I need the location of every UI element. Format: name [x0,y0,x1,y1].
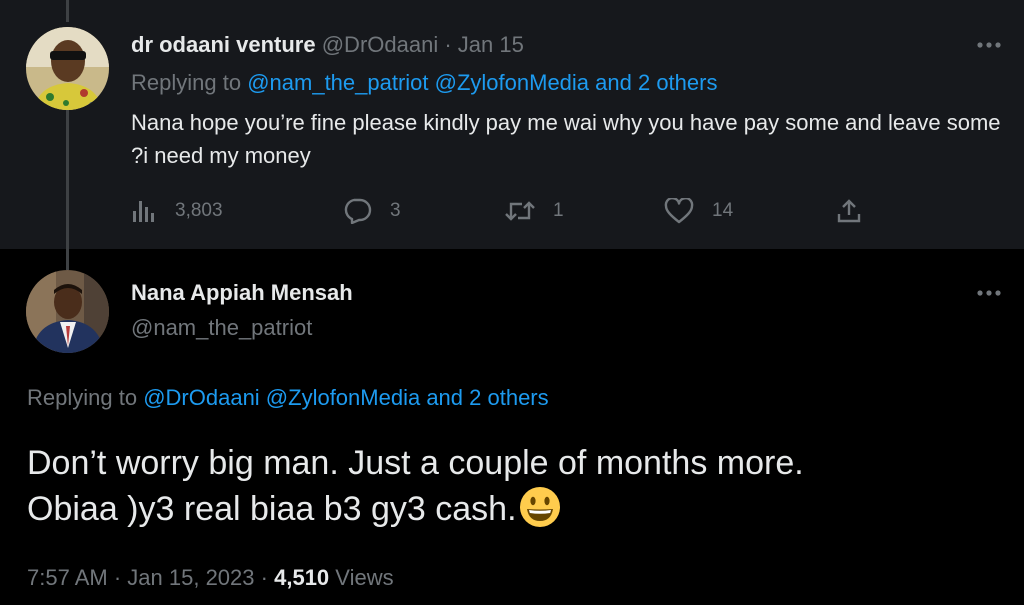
display-name[interactable]: Nana Appiah Mensah [131,278,353,308]
tweet-meta: 7:57 AM · Jan 15, 2023 · 4,510 Views [27,563,394,593]
avatar[interactable] [26,270,109,353]
views-count: 4,510 [274,565,330,590]
analytics-icon [133,201,154,222]
retweet-count: 1 [553,200,564,221]
retweet-button[interactable]: 1 [505,196,564,226]
user-avatar-icon [26,270,109,353]
thread-line [66,0,69,22]
avatar[interactable] [26,27,109,110]
share-icon [837,199,861,223]
reply-button[interactable]: 3 [342,196,401,226]
grinning-face-emoji-icon [519,486,561,540]
replying-prefix: Replying to [27,385,138,410]
separator: · [260,565,268,590]
tweet-thread: dr odaani venture @DrOdaani · Jan 15 Rep… [0,0,1024,605]
handle[interactable]: @nam_the_patriot [131,313,312,343]
like-button[interactable]: 14 [664,196,733,226]
separator: · [444,32,452,57]
tweet-header: dr odaani venture @DrOdaani · Jan 15 [131,30,524,60]
heart-icon [664,198,694,224]
replying-mentions-link[interactable]: @DrOdaani @ZylofonMedia and 2 others [143,385,548,410]
reply-icon [344,198,372,224]
display-name[interactable]: dr odaani venture [131,32,316,57]
tweet-text: Nana hope you’re fine please kindly pay … [131,110,1001,168]
like-count: 14 [712,200,734,221]
reply-count: 3 [390,200,401,221]
replying-to: Replying to @DrOdaani @ZylofonMedia and … [27,383,549,413]
replying-prefix: Replying to [131,70,242,95]
views-count: 3,803 [175,200,223,221]
replying-to: Replying to @nam_the_patriot @ZylofonMed… [131,68,717,98]
tweet-text: Don’t worry big man. Just a couple of mo… [27,440,1007,540]
separator: · [113,565,122,590]
more-icon [977,290,1001,296]
more-options-button[interactable] [974,30,1004,60]
reply-tweet[interactable]: dr odaani venture @DrOdaani · Jan 15 Rep… [0,0,1024,270]
retweet-icon [505,201,535,221]
tweet-text-line: Don’t worry big man. Just a couple of mo… [27,444,804,482]
tweet-text-line: Obiaa )y3 real biaa b3 gy3 cash. [27,486,1007,540]
tweet-time[interactable]: 7:57 AM [27,565,108,590]
handle[interactable]: @DrOdaani [322,32,439,57]
tweet-text-segment: Obiaa )y3 real biaa b3 gy3 cash. [27,490,517,528]
thread-line [66,110,69,270]
views-button[interactable]: 3,803 [131,196,223,226]
views-label: Views [335,565,394,590]
replying-mentions-link[interactable]: @nam_the_patriot @ZylofonMedia and 2 oth… [247,70,717,95]
tweet-date[interactable]: Jan 15 [458,32,524,57]
user-avatar-icon [26,27,109,110]
more-options-button[interactable] [974,278,1004,308]
more-icon [977,42,1001,48]
share-button[interactable] [836,196,880,226]
tweet-date[interactable]: Jan 15, 2023 [127,565,254,590]
